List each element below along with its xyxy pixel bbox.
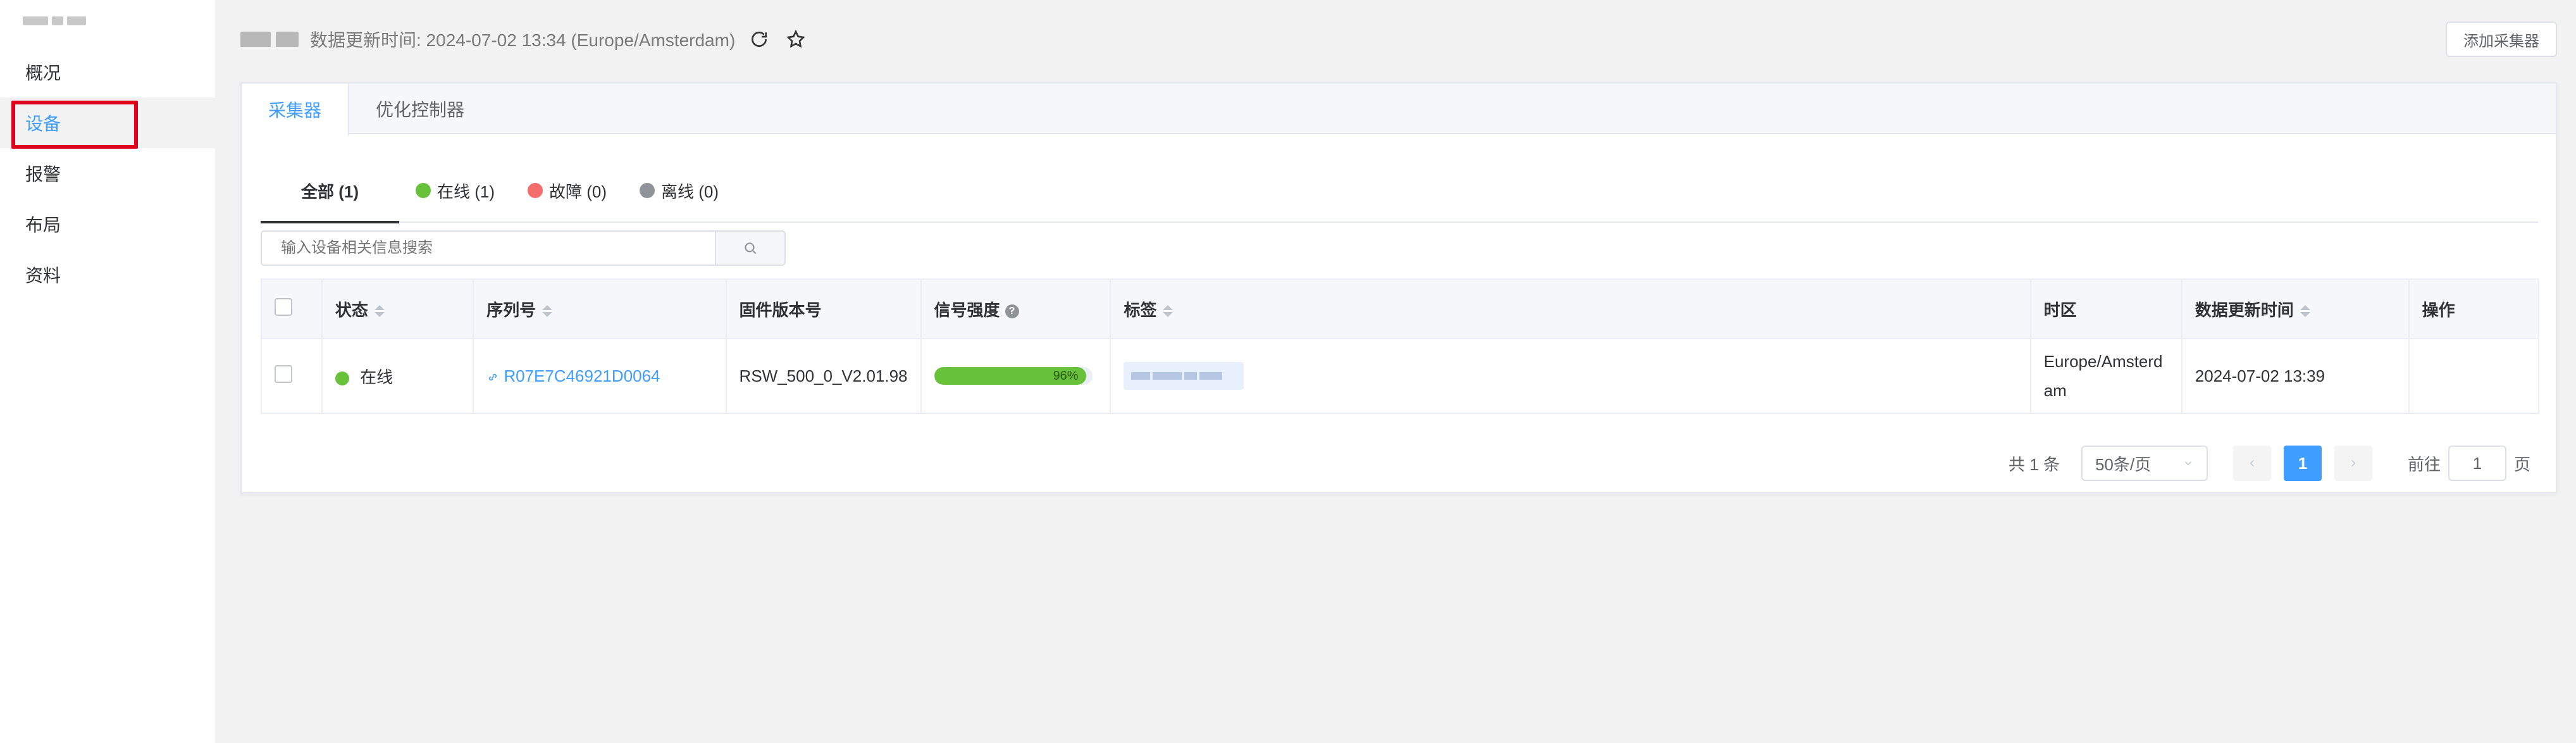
- app-logo: [23, 11, 99, 30]
- column-serial[interactable]: 序列号: [473, 278, 727, 339]
- filter-label: 在线 (1): [437, 182, 495, 201]
- device-table: 状态 序列号 固件版本号 信号强度? 标签 时区 数据更新时间 操作 在线 R0…: [261, 278, 2540, 414]
- online-dot-icon: [416, 183, 431, 198]
- filter-all[interactable]: 全部 (1): [261, 159, 400, 223]
- status-text: 在线: [360, 367, 393, 387]
- search-icon: [745, 242, 757, 254]
- sidebar-item-label: 概况: [25, 63, 61, 83]
- filter-label: 离线 (0): [661, 182, 719, 201]
- status-cell: 在线: [321, 338, 474, 414]
- sort-icon[interactable]: [374, 305, 385, 318]
- filter-online[interactable]: 在线 (1): [399, 159, 511, 222]
- device-card: 采集器 优化控制器 全部 (1) 在线 (1) 故障 (0) 离线 (0) 状态…: [240, 82, 2557, 494]
- signal-cell: 96%: [920, 338, 1112, 414]
- chevron-down-icon: [2184, 461, 2191, 466]
- timezone-cell: Europe/Amsterdam: [2029, 338, 2183, 414]
- column-signal: 信号强度?: [920, 278, 1112, 339]
- sort-icon[interactable]: [2300, 305, 2310, 318]
- serial-link[interactable]: R07E7C46921D0064: [486, 366, 660, 385]
- project-name: [240, 32, 299, 47]
- add-collector-button[interactable]: 添加采集器: [2446, 22, 2557, 57]
- chevron-right-icon: [2351, 459, 2356, 467]
- goto-label: 前往: [2407, 454, 2441, 474]
- refresh-icon[interactable]: [746, 27, 772, 52]
- row-select-cell: [261, 338, 323, 414]
- serial-cell: R07E7C46921D0064: [473, 338, 727, 414]
- sidebar-item-documents[interactable]: 资料: [0, 249, 215, 300]
- sidebar-item-label: 设备: [25, 114, 61, 134]
- star-icon[interactable]: [783, 27, 808, 52]
- sidebar-item-devices[interactable]: 设备: [0, 97, 215, 149]
- goto-page-input[interactable]: [2448, 446, 2506, 481]
- page-header: 数据更新时间: 2024-07-02 13:34 (Europe/Amsterd…: [240, 22, 2557, 57]
- column-actions: 操作: [2408, 278, 2540, 339]
- column-updated[interactable]: 数据更新时间: [2181, 278, 2410, 339]
- select-all-cell: [261, 278, 323, 339]
- page-suffix: 页: [2513, 454, 2530, 474]
- pagination: 共 1 条 50条/页 1 前往 页: [2009, 446, 2530, 481]
- update-time-text: 数据更新时间: 2024-07-02 13:34 (Europe/Amsterd…: [310, 30, 736, 50]
- sidebar-item-overview[interactable]: 概况: [0, 47, 215, 97]
- updated-cell: 2024-07-02 13:39: [2181, 338, 2410, 414]
- status-filter-tabs: 全部 (1) 在线 (1) 故障 (0) 离线 (0): [261, 159, 2538, 223]
- search-button[interactable]: [716, 230, 786, 266]
- filter-offline[interactable]: 离线 (0): [623, 159, 735, 222]
- column-timezone: 时区: [2029, 278, 2183, 339]
- total-count: 共 1 条: [2009, 454, 2060, 474]
- sidebar-item-alarms[interactable]: 报警: [0, 148, 215, 199]
- sort-icon[interactable]: [1163, 305, 1173, 318]
- fault-dot-icon: [528, 183, 543, 198]
- search-input[interactable]: [261, 230, 716, 266]
- tag-cell: [1110, 338, 2031, 414]
- filter-label: 全部 (1): [301, 182, 359, 201]
- filter-label: 故障 (0): [549, 182, 607, 201]
- row-checkbox[interactable]: [275, 365, 292, 383]
- signal-strength-fill: 96%: [934, 367, 1086, 385]
- table-header-row: 状态 序列号 固件版本号 信号强度? 标签 时区 数据更新时间 操作: [261, 278, 2540, 339]
- sidebar-item-label: 报警: [25, 165, 61, 184]
- prev-page-button[interactable]: [2232, 446, 2271, 481]
- page-number-button[interactable]: 1: [2283, 446, 2322, 481]
- column-firmware: 固件版本号: [725, 278, 922, 339]
- tag-badge[interactable]: [1124, 362, 1244, 390]
- filter-fault[interactable]: 故障 (0): [511, 159, 623, 222]
- table-row: 在线 R07E7C46921D0064 RSW_500_0_V2.01.98 9…: [261, 338, 2540, 414]
- sidebar-item-label: 布局: [25, 215, 61, 235]
- select-all-checkbox[interactable]: [275, 297, 292, 316]
- page-size-select[interactable]: 50条/页: [2081, 446, 2208, 481]
- sidebar-item-label: 资料: [25, 266, 61, 285]
- signal-strength-bar: 96%: [934, 367, 1093, 385]
- offline-dot-icon: [640, 183, 655, 198]
- help-icon[interactable]: ?: [1005, 304, 1019, 318]
- actions-cell: [2408, 338, 2540, 414]
- sort-icon[interactable]: [542, 305, 553, 318]
- column-status[interactable]: 状态: [321, 278, 474, 339]
- next-page-button[interactable]: [2334, 446, 2372, 481]
- tab-optimizer[interactable]: 优化控制器: [349, 84, 491, 134]
- tab-collector[interactable]: 采集器: [242, 84, 350, 135]
- sidebar-item-layout[interactable]: 布局: [0, 199, 215, 249]
- firmware-cell: RSW_500_0_V2.01.98: [725, 338, 922, 414]
- column-tags[interactable]: 标签: [1110, 278, 2031, 339]
- online-dot-icon: [335, 371, 349, 385]
- link-icon: [489, 373, 497, 380]
- device-type-tabs: 采集器 优化控制器: [242, 84, 2556, 135]
- sidebar: 概况 设备 报警 布局 资料: [0, 0, 215, 743]
- chevron-left-icon: [2250, 459, 2254, 467]
